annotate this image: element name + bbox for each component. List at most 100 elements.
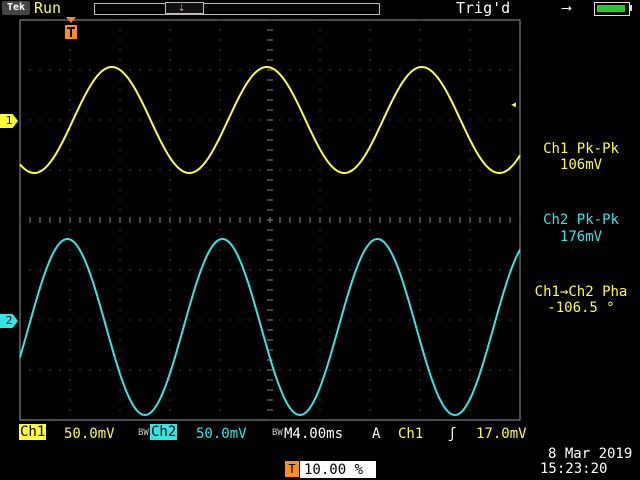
grid-dot	[69, 229, 71, 231]
grid-dot	[69, 39, 71, 41]
grid-dot	[99, 269, 101, 271]
grid-dot	[299, 269, 301, 271]
grid-dot	[289, 119, 291, 121]
grid-dot	[179, 119, 181, 121]
grid-dot	[419, 129, 421, 131]
grid-dot	[119, 209, 121, 211]
grid-dot	[509, 119, 511, 121]
grid-dot	[209, 169, 211, 171]
grid-dot	[69, 69, 71, 71]
grid-dot	[109, 119, 111, 121]
grid-dot	[369, 359, 371, 361]
grid-dot	[409, 269, 411, 271]
grid-dot	[419, 149, 421, 151]
grid-dot	[299, 69, 301, 71]
grid-dot	[369, 39, 371, 41]
grid-dot	[319, 49, 321, 51]
grid-dot	[319, 39, 321, 41]
grid-dot	[469, 419, 471, 421]
grid-dot	[399, 319, 401, 321]
grid-dot	[409, 169, 411, 171]
grid-dot	[219, 329, 221, 331]
grid-dot	[319, 359, 321, 361]
grid-dot	[169, 79, 171, 81]
grid-dot	[169, 339, 171, 341]
grid-dot	[119, 349, 121, 351]
grid-dot	[219, 379, 221, 381]
grid-dot	[369, 139, 371, 141]
grid-dot	[259, 269, 261, 271]
grid-dot	[119, 129, 121, 131]
grid-dot	[369, 49, 371, 51]
grid-dot	[369, 159, 371, 161]
grid-dot	[209, 119, 211, 121]
grid-dot	[289, 69, 291, 71]
grid-dot	[169, 139, 171, 141]
grid-dot	[469, 89, 471, 91]
grid-dot	[319, 139, 321, 141]
grid-dot	[69, 419, 71, 421]
grid-dot	[519, 169, 521, 171]
grid-dot	[139, 69, 141, 71]
grid-dot	[319, 259, 321, 261]
grid-dot	[369, 79, 371, 81]
grid-dot	[319, 419, 321, 421]
grid-dot	[119, 419, 121, 421]
grid-dot	[119, 39, 121, 41]
grid-dot	[219, 319, 221, 321]
grid-dot	[69, 279, 71, 281]
grid-dot	[119, 19, 121, 21]
grid-dot	[359, 369, 361, 371]
ch2-badge[interactable]: Ch2	[150, 424, 178, 440]
trigger-position-readout: 10.00 %	[304, 462, 364, 478]
grid-dot	[39, 69, 41, 71]
grid-dot	[319, 279, 321, 281]
grid-dot	[429, 269, 431, 271]
grid-dot	[419, 369, 421, 371]
grid-dot	[249, 269, 251, 271]
grid-dot	[229, 169, 231, 171]
grid-dot	[319, 249, 321, 251]
grid-dot	[219, 119, 221, 121]
grid-dot	[369, 369, 371, 371]
grid-dot	[519, 369, 521, 371]
grid-dot	[189, 169, 191, 171]
date: 8 Mar 2019	[548, 446, 633, 462]
grid-dot	[319, 229, 321, 231]
grid-dot	[319, 329, 321, 331]
grid-dot	[309, 319, 311, 321]
grid-dot	[319, 159, 321, 161]
grid-dot	[219, 159, 221, 161]
grid-dot	[449, 319, 451, 321]
grid-dot	[419, 259, 421, 261]
grid-dot	[379, 369, 381, 371]
grid-dot	[429, 119, 431, 121]
grid-dot	[419, 229, 421, 231]
grid-dot	[69, 189, 71, 191]
ch1-pkpk-value: 106mV	[559, 157, 603, 173]
grid-dot	[199, 369, 201, 371]
grid-dot	[469, 99, 471, 101]
grid-dot	[389, 119, 391, 121]
grid-dot	[219, 199, 221, 201]
grid-dot	[119, 279, 121, 281]
grid-dot	[419, 289, 421, 291]
grid-dot	[169, 169, 171, 171]
grid-dot	[169, 319, 171, 321]
grid-dot	[169, 309, 171, 311]
grid-dot	[219, 149, 221, 151]
grid-dot	[249, 169, 251, 171]
ch1-badge[interactable]: Ch1	[19, 424, 47, 440]
grid-dot	[219, 279, 221, 281]
grid-dot	[329, 369, 331, 371]
grid-dot	[259, 119, 261, 121]
grid-dot	[169, 259, 171, 261]
acquisition-mode: A	[372, 426, 381, 442]
grid-dot	[469, 149, 471, 151]
grid-dot	[69, 99, 71, 101]
grid-dot	[159, 169, 161, 171]
grid-dot	[139, 269, 141, 271]
grid-dot	[419, 249, 421, 251]
grid-dot	[479, 269, 481, 271]
grid-dot	[219, 179, 221, 181]
